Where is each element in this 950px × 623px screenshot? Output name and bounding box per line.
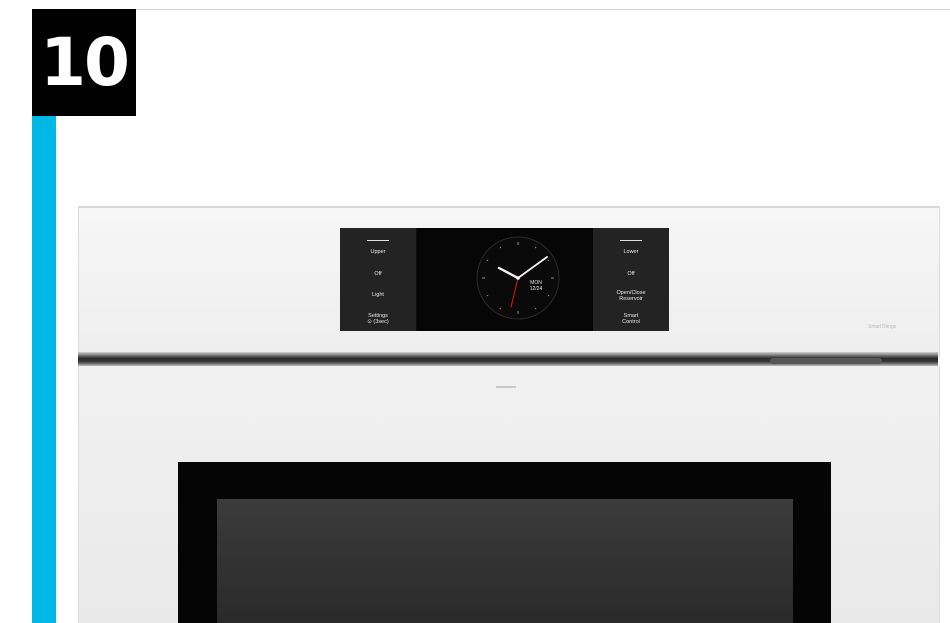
lower-off-button[interactable]: Off <box>593 271 669 277</box>
oven-window-glass <box>217 499 793 623</box>
clock-display: MON 12/24 <box>417 228 593 331</box>
settings-button[interactable]: Settings ⊙ (3sec) <box>340 313 416 325</box>
lower-button[interactable]: Lower <box>593 249 669 255</box>
reservoir-button[interactable]: Open/Close Reservoir <box>593 290 669 302</box>
clock-date: 12/24 <box>530 286 543 292</box>
accent-bar <box>32 116 56 623</box>
light-button[interactable]: Light <box>340 292 416 298</box>
door-indicator <box>496 386 516 388</box>
clock-center <box>516 276 520 280</box>
top-divider <box>136 9 950 10</box>
upper-off-button[interactable]: Off <box>340 271 416 277</box>
reservoir-handle <box>770 358 882 364</box>
smart-control-label-2: Control <box>622 319 640 325</box>
smart-control-button[interactable]: Smart Control <box>593 313 669 325</box>
smartthings-logo: SmartThings <box>868 324 897 330</box>
upper-indicator-line <box>367 240 389 241</box>
right-control-column: Lower Off Open/Close Reservoir Smart Con… <box>593 228 669 331</box>
control-panel: Upper Off Light Settings ⊙ (3sec) MON 12… <box>340 228 669 331</box>
upper-button[interactable]: Upper <box>340 249 416 255</box>
left-control-column: Upper Off Light Settings ⊙ (3sec) <box>340 228 416 331</box>
reservoir-label-2: Reservoir <box>619 296 643 302</box>
lower-indicator-line <box>620 240 642 241</box>
settings-hold-label: ⊙ (3sec) <box>367 319 389 325</box>
step-number-badge: 10 <box>32 9 136 116</box>
